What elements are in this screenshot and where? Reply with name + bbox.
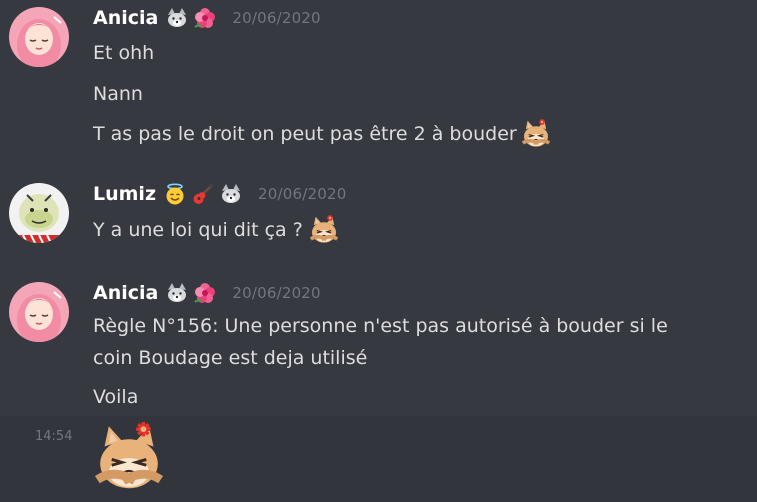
message-line: coin Boudage est deja utilisé [93,347,367,369]
message-timestamp[interactable]: 20/06/2020 [232,9,320,27]
guitar-icon [193,183,215,204]
wolf-icon [168,8,187,27]
message-text: Nann [93,83,143,105]
message-text: coin Boudage est deja utilisé [93,347,368,369]
message-line: Y a une loi qui dit ça ? [93,215,339,245]
pouting-cat-emoji[interactable] [520,119,551,149]
hibiscus-icon [194,7,217,29]
pouting-cat-emoji-large[interactable] [93,422,165,494]
message-text: Y a une loi qui dit ça ? [93,219,303,241]
hibiscus-icon [194,282,217,304]
message-line: Nann [93,83,143,105]
pouting-cat-emoji[interactable] [308,215,339,245]
message-header: Anicia 20/06/2020 [93,7,321,29]
message-timestamp[interactable]: 20/06/2020 [258,185,346,203]
angel-smiley-icon [166,183,184,205]
message-timestamp[interactable]: 20/06/2020 [232,284,320,302]
message-text: Règle N°156: Une personne n'est pas auto… [93,315,668,337]
wolf-icon [168,283,187,302]
message-header: Anicia 20/06/2020 [93,282,321,304]
username[interactable]: Lumiz [93,183,156,205]
message-line: Voila [93,386,138,408]
avatar[interactable] [9,282,69,342]
message-line: Et ohh [93,42,154,64]
message-header: Lumiz 20/06/2020 [93,183,346,205]
avatar[interactable] [9,7,69,67]
message-text: Voila [93,386,139,408]
message-line: Règle N°156: Une personne n'est pas auto… [93,315,668,337]
message-hover-timestamp[interactable]: 14:54 [35,429,72,444]
message-text: Et ohh [93,42,155,64]
username[interactable]: Anicia [93,282,158,304]
avatar[interactable] [9,183,69,243]
username[interactable]: Anicia [93,7,158,29]
message-text: T as pas le droit on peut pas être 2 à b… [93,123,517,145]
message-line: T as pas le droit on peut pas être 2 à b… [93,119,551,149]
wolf-icon [222,184,241,203]
